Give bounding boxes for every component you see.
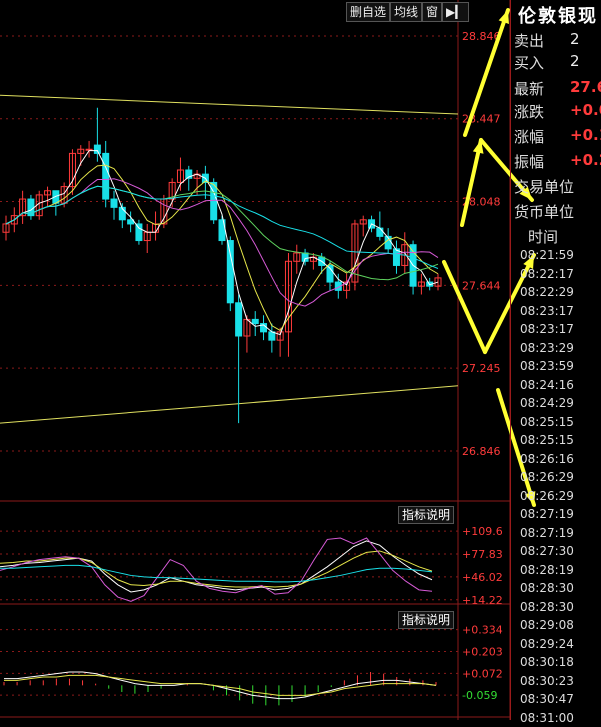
trade-time: 08:23:29 bbox=[520, 339, 574, 358]
y-tick-label: +46.02 bbox=[462, 571, 503, 584]
y-tick-label: +0.203 bbox=[462, 646, 503, 659]
quote-value: +0.0 bbox=[570, 101, 601, 119]
trade-time: 08:26:16 bbox=[520, 450, 574, 469]
trade-time: 08:25:15 bbox=[520, 413, 574, 432]
quote-label: 最新 bbox=[514, 80, 544, 98]
quote-label: 涨幅 bbox=[514, 128, 544, 146]
trade-time: 08:30:47 bbox=[520, 690, 574, 709]
trade-time: 08:22:17 bbox=[520, 265, 574, 284]
y-tick-label: 27.644 bbox=[462, 279, 501, 292]
trade-time: 08:23:17 bbox=[520, 320, 574, 339]
channel-upper bbox=[0, 95, 458, 114]
trade-time: 08:28:30 bbox=[520, 598, 574, 617]
quote-label: 振幅 bbox=[514, 153, 544, 171]
moving-average-line bbox=[6, 165, 438, 330]
y-tick-label: +109.6 bbox=[462, 525, 503, 538]
y-tick-label: -0.059 bbox=[462, 689, 497, 702]
quote-row: 振幅+0.26 bbox=[514, 151, 544, 172]
trade-time: 08:22:29 bbox=[520, 283, 574, 302]
instrument-title: 伦敦银现 bbox=[518, 2, 598, 28]
trade-time: 08:26:29 bbox=[520, 487, 574, 506]
trade-time: 08:23:59 bbox=[520, 357, 574, 376]
candle-body bbox=[377, 228, 383, 236]
candle-body bbox=[252, 319, 258, 323]
indicator-help-button-1[interactable]: 指标说明 bbox=[398, 506, 454, 524]
trade-time: 08:31:00 bbox=[520, 709, 574, 727]
play-end-icon[interactable]: ▶▎ bbox=[442, 2, 468, 22]
trade-time: 08:21:59 bbox=[520, 246, 574, 265]
quote-row: 交易单位 bbox=[514, 176, 574, 197]
chart-toolbar: 删自选 均线 窗 ▶▎ bbox=[346, 2, 469, 22]
trade-time: 08:29:24 bbox=[520, 635, 574, 654]
indicator-help-button-2[interactable]: 指标说明 bbox=[398, 611, 454, 629]
trade-time: 08:24:16 bbox=[520, 376, 574, 395]
quote-value: +0.26 bbox=[570, 151, 601, 169]
quote-value: 2 bbox=[570, 30, 580, 48]
candle-body bbox=[236, 303, 242, 336]
trade-time: 08:30:18 bbox=[520, 653, 574, 672]
trade-time: 08:28:19 bbox=[520, 561, 574, 580]
quote-label: 买入 bbox=[514, 54, 544, 72]
quote-row: 卖出2 bbox=[514, 30, 544, 51]
candle-body bbox=[86, 149, 92, 150]
trade-time: 08:27:19 bbox=[520, 505, 574, 524]
candle-body bbox=[269, 332, 275, 340]
window-button[interactable]: 窗 bbox=[422, 2, 442, 22]
quote-label: 卖出 bbox=[514, 32, 544, 50]
trade-time-list[interactable]: 08:21:5908:22:1708:22:2908:23:1708:23:17… bbox=[520, 246, 574, 727]
candle-body bbox=[302, 253, 308, 261]
annotation-arrow bbox=[462, 140, 481, 225]
trade-time: 08:26:29 bbox=[520, 468, 574, 487]
trade-time: 08:27:19 bbox=[520, 524, 574, 543]
moving-average-button[interactable]: 均线 bbox=[390, 2, 422, 22]
quote-row: 货币单位 bbox=[514, 201, 574, 222]
oscillator-line bbox=[0, 541, 432, 592]
quote-label: 交易单位 bbox=[514, 178, 574, 196]
quote-row: 最新27.6 bbox=[514, 78, 544, 99]
trade-time: 08:25:15 bbox=[520, 431, 574, 450]
quote-value: +0.16 bbox=[570, 126, 601, 144]
remove-watchlist-button[interactable]: 删自选 bbox=[346, 2, 390, 22]
y-tick-label: 27.245 bbox=[462, 362, 501, 375]
quote-value: 27.6 bbox=[570, 78, 601, 96]
trade-time: 08:29:08 bbox=[520, 616, 574, 635]
quote-label: 货币单位 bbox=[514, 203, 574, 221]
y-tick-label: +77.83 bbox=[462, 548, 503, 561]
quote-value: 2 bbox=[570, 52, 580, 70]
quote-row: 买入2 bbox=[514, 52, 544, 73]
y-tick-label: +14.22 bbox=[462, 594, 503, 607]
trade-time: 08:27:30 bbox=[520, 542, 574, 561]
y-tick-label: 26.846 bbox=[462, 445, 501, 458]
annotation-arrowhead bbox=[499, 10, 509, 24]
trade-time: 08:28:30 bbox=[520, 579, 574, 598]
channel-lower bbox=[0, 386, 458, 423]
macd-line bbox=[4, 675, 436, 695]
trade-time: 08:30:23 bbox=[520, 672, 574, 691]
candle-body bbox=[111, 199, 117, 207]
trade-time: 08:23:17 bbox=[520, 302, 574, 321]
trade-time: 08:24:29 bbox=[520, 394, 574, 413]
annotation-path bbox=[444, 262, 485, 352]
oscillator-line bbox=[0, 565, 432, 582]
candle-body bbox=[227, 241, 233, 303]
candle-body bbox=[94, 145, 100, 153]
y-tick-label: +0.072 bbox=[462, 667, 503, 680]
quote-label: 涨跌 bbox=[514, 103, 544, 121]
time-header: 时间 bbox=[528, 226, 558, 247]
y-tick-label: +0.334 bbox=[462, 624, 503, 637]
y-tick-label: 28.846 bbox=[462, 30, 501, 43]
candle-body bbox=[136, 224, 142, 241]
quote-row: 涨幅+0.16 bbox=[514, 126, 544, 147]
quote-row: 涨跌+0.0 bbox=[514, 101, 544, 122]
candle-body bbox=[103, 153, 109, 199]
